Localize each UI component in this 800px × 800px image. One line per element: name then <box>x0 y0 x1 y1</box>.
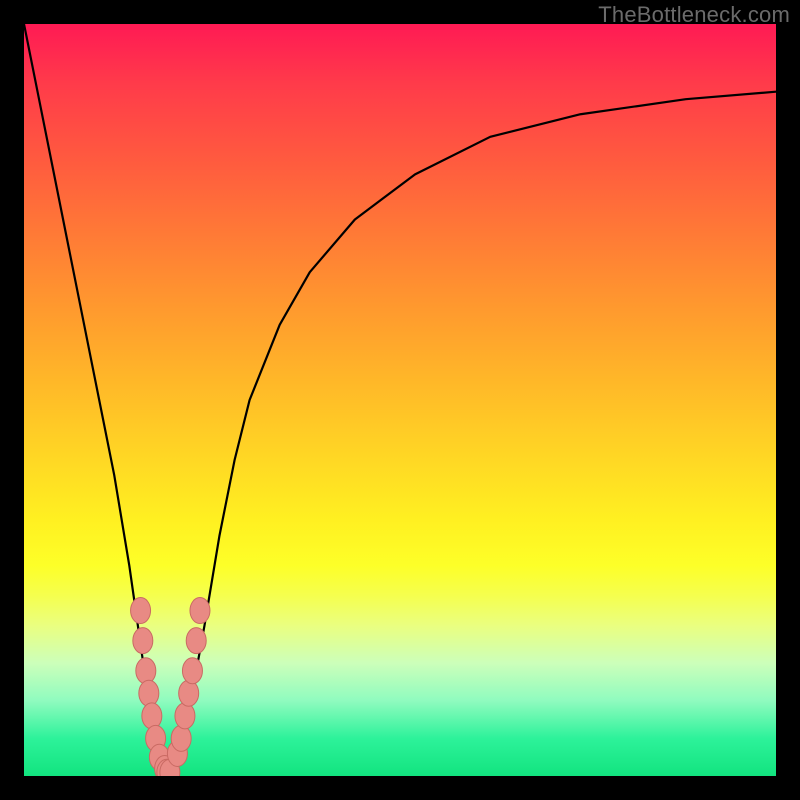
data-marker <box>179 680 199 706</box>
data-marker <box>136 658 156 684</box>
chart-frame: TheBottleneck.com <box>0 0 800 800</box>
data-marker <box>182 658 202 684</box>
data-marker <box>175 703 195 729</box>
data-marker <box>131 598 151 624</box>
data-marker <box>171 725 191 751</box>
data-marker <box>186 628 206 654</box>
chart-svg <box>24 24 776 776</box>
plot-area <box>24 24 776 776</box>
data-marker <box>190 598 210 624</box>
data-marker <box>142 703 162 729</box>
curve-layer <box>24 24 776 776</box>
data-marker <box>139 680 159 706</box>
data-marker <box>133 628 153 654</box>
marker-layer <box>131 598 210 776</box>
bottleneck-curve <box>24 24 776 776</box>
